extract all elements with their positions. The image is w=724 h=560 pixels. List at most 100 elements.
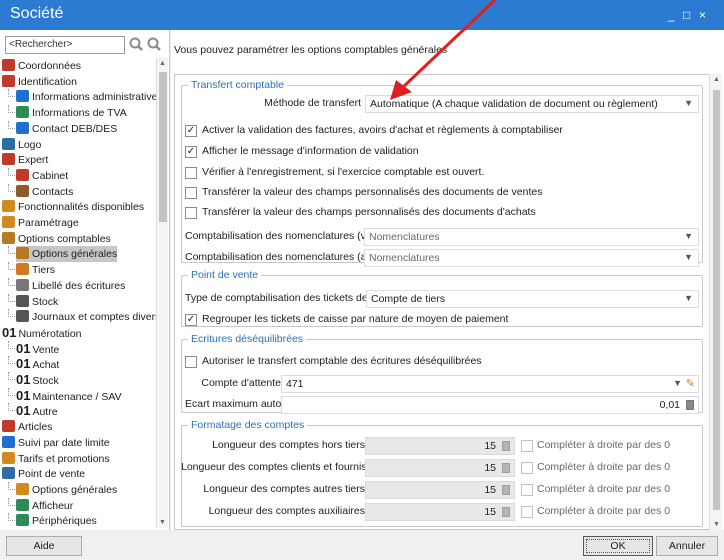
scroll-down-icon[interactable]: ▼ xyxy=(159,519,166,526)
check-completer[interactable] xyxy=(521,462,533,474)
longueur-value: 15 xyxy=(484,506,496,518)
sidebar-item[interactable]: Articles xyxy=(2,419,52,435)
numbering-icon: 01 xyxy=(16,356,31,372)
sidebar-item-label: Afficheur xyxy=(32,499,74,512)
check-autoriser[interactable] xyxy=(185,356,197,368)
numbering-icon: 01 xyxy=(16,340,31,356)
check-message[interactable]: ✓ xyxy=(185,146,197,158)
sidebar-item[interactable]: Identification xyxy=(2,74,77,90)
sidebar: <Rechercher> Coordonnées Identification In… xyxy=(0,30,170,530)
numbering-icon: 01 xyxy=(16,403,31,419)
attente-select[interactable]: 471 ▼ ✎ xyxy=(281,375,699,393)
sidebar-item[interactable]: 01 Achat xyxy=(8,356,59,372)
minimize-button[interactable]: _ xyxy=(668,8,675,22)
calculator-icon[interactable] xyxy=(502,463,510,473)
ok-button[interactable]: OK xyxy=(583,536,653,556)
sidebar-item-label: Options comptables xyxy=(18,232,111,245)
scroll-down-icon[interactable]: ▼ xyxy=(713,521,720,528)
sidebar-item[interactable]: 01 Stock xyxy=(8,372,59,388)
sidebar-item[interactable]: 01 Autre xyxy=(8,403,58,419)
scroll-up-icon[interactable]: ▲ xyxy=(159,60,166,67)
sidebar-item[interactable]: Afficheur xyxy=(8,497,74,514)
scroll-up-icon[interactable]: ▲ xyxy=(713,76,720,83)
pdv-type-select[interactable]: Compte de tiers ▼ xyxy=(366,290,699,308)
check-validation[interactable]: ✓ xyxy=(185,125,197,137)
longueur-input[interactable]: 15 xyxy=(365,459,515,477)
sidebar-item[interactable]: Expert xyxy=(2,152,48,168)
check-completer[interactable] xyxy=(521,440,533,452)
sidebar-item[interactable]: Informations administratives xyxy=(8,89,156,105)
edit-pencil-icon[interactable]: ✎ xyxy=(686,377,695,390)
sidebar-item[interactable]: 01 Maintenance / SAV xyxy=(8,387,122,404)
sidebar-item[interactable]: Périphériques xyxy=(8,513,97,528)
longueur-value: 15 xyxy=(484,484,496,496)
peripheral-icon xyxy=(16,514,29,527)
sidebar-item[interactable]: Contact DEB/DES xyxy=(8,120,117,137)
image-icon xyxy=(2,137,15,150)
longueur-input[interactable]: 15 xyxy=(365,503,515,521)
calculator-icon[interactable] xyxy=(502,485,510,495)
help-button[interactable]: Aide xyxy=(6,536,82,556)
search-next-icon[interactable] xyxy=(146,36,162,52)
sidebar-item[interactable]: Options comptables xyxy=(2,231,111,247)
longueur-input[interactable]: 15 xyxy=(365,481,515,499)
sidebar-item-label: Autre xyxy=(32,406,58,419)
cancel-button[interactable]: Annuler xyxy=(656,536,718,556)
sidebar-item[interactable]: Fonctionnalités disponibles xyxy=(2,199,144,215)
scrollbar-thumb[interactable] xyxy=(159,72,167,222)
search-icon[interactable] xyxy=(128,36,144,52)
calculator-icon[interactable] xyxy=(686,400,694,410)
nomen-ventes-select[interactable]: Nomenclatures ▼ xyxy=(364,228,699,246)
check-regrouper[interactable]: ✓ xyxy=(185,314,197,326)
sidebar-item[interactable]: Libellé des écritures xyxy=(8,277,125,294)
calculator-icon[interactable] xyxy=(502,441,510,451)
sidebar-item[interactable]: Suivi par date limite xyxy=(2,435,110,451)
sidebar-item[interactable]: Coordonnées xyxy=(2,58,81,74)
sidebar-item-label: Contacts xyxy=(32,185,74,198)
sidebar-item-label: Tiers xyxy=(32,264,55,277)
calculator-icon[interactable] xyxy=(502,507,510,517)
sidebar-item[interactable]: Options générales xyxy=(8,246,118,263)
sidebar-item[interactable]: Paramétrage xyxy=(2,215,79,231)
sidebar-scrollbar[interactable]: ▲ ▼ xyxy=(156,58,168,528)
ledger-icon xyxy=(2,231,15,244)
sidebar-item[interactable]: Logo xyxy=(2,137,41,153)
sidebar-item-label: Stock xyxy=(32,295,59,308)
tag-icon xyxy=(2,451,15,464)
nomen-achats-select[interactable]: Nomenclatures ▼ xyxy=(364,249,699,267)
attente-label: Compte d'attente xyxy=(201,377,281,389)
percent-icon xyxy=(16,106,29,119)
check-champs-ventes[interactable] xyxy=(185,187,197,199)
sidebar-item[interactable]: Tarifs et promotions xyxy=(2,451,110,467)
sidebar-item[interactable]: Journaux et comptes divers xyxy=(8,309,156,325)
maximize-button[interactable]: □ xyxy=(683,8,690,22)
tree-connector xyxy=(8,262,15,271)
formatage-label: Longueur des comptes autres tiers xyxy=(203,483,365,495)
sidebar-item[interactable]: 01 Numérotation xyxy=(2,325,82,341)
options-scrollbar[interactable]: ▲ ▼ xyxy=(709,74,722,530)
sidebar-item[interactable]: Stock xyxy=(8,293,59,310)
longueur-input[interactable]: 15 xyxy=(365,437,515,455)
sidebar-item[interactable]: Options générales xyxy=(8,481,117,498)
check-completer[interactable] xyxy=(521,484,533,496)
check-champs-achats[interactable] xyxy=(185,207,197,219)
sidebar-item-label: Tarifs et promotions xyxy=(18,452,110,465)
tree-connector xyxy=(8,89,15,98)
scrollbar-thumb[interactable] xyxy=(713,90,720,510)
check-completer-label: Compléter à droite par des 0 xyxy=(537,483,671,495)
sidebar-item[interactable]: Informations de TVA xyxy=(8,105,127,121)
sidebar-item-label: Expert xyxy=(18,154,49,167)
search-input[interactable]: <Rechercher> xyxy=(5,36,125,54)
check-exercice[interactable] xyxy=(185,167,197,179)
sidebar-item[interactable]: Contacts xyxy=(8,183,74,200)
sidebar-item[interactable]: Point de vente xyxy=(2,466,85,482)
check-completer[interactable] xyxy=(521,506,533,518)
ecart-input[interactable]: 0,01 xyxy=(281,396,699,414)
sidebar-item[interactable]: 01 Vente xyxy=(8,340,59,357)
close-button[interactable]: × xyxy=(699,8,706,22)
sidebar-item[interactable]: Tiers xyxy=(8,262,55,278)
chevron-down-icon: ▼ xyxy=(684,293,693,303)
sidebar-item[interactable]: Cabinet xyxy=(8,167,68,184)
nomen-achats-value: Nomenclatures xyxy=(369,252,440,264)
tree-connector xyxy=(8,120,15,129)
